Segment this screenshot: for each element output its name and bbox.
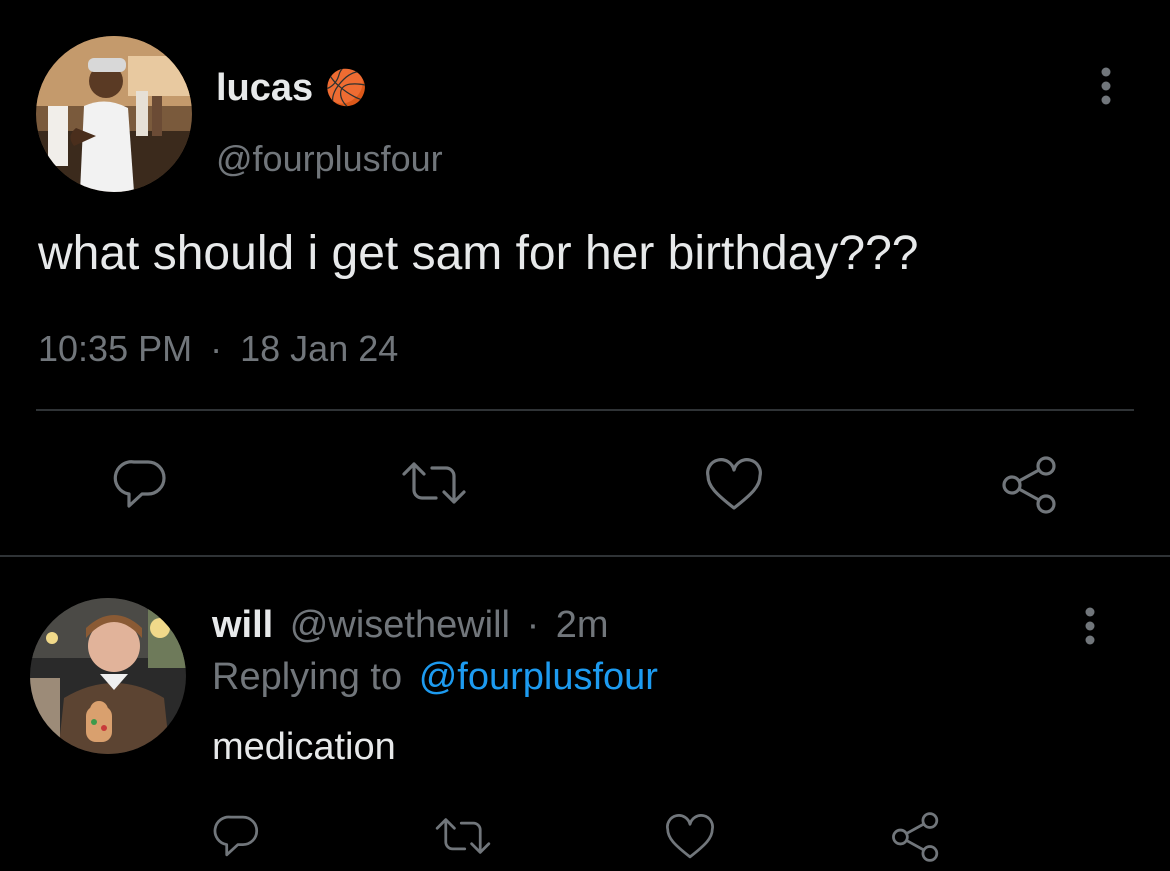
like-icon[interactable]: [664, 814, 716, 862]
share-icon[interactable]: [890, 810, 942, 864]
reply-text: medication: [212, 726, 396, 768]
basketball-emoji-icon: 🏀: [325, 69, 368, 107]
replying-to-handle[interactable]: @fourplusfour: [419, 656, 658, 698]
retweet-icon[interactable]: [432, 816, 494, 856]
more-options-icon[interactable]: [1094, 66, 1118, 106]
tweet-date[interactable]: 18 Jan 24: [240, 328, 398, 369]
share-icon[interactable]: [1000, 454, 1060, 516]
avatar-photo: [36, 36, 192, 192]
reply-author-avatar[interactable]: [30, 598, 186, 754]
avatar-photo: [30, 598, 186, 754]
divider: [36, 409, 1134, 411]
author-handle[interactable]: @fourplusfour: [216, 138, 443, 180]
reply-author-handle[interactable]: @wisethewill: [290, 604, 510, 646]
tweet-text: what should i get sam for her birthday??…: [38, 227, 919, 280]
separator: ·: [526, 604, 540, 646]
like-icon[interactable]: [704, 458, 764, 514]
divider: [0, 555, 1170, 557]
author-avatar[interactable]: [36, 36, 192, 192]
separator: ·: [210, 328, 223, 369]
retweet-icon[interactable]: [398, 460, 470, 506]
tweet-time[interactable]: 10:35 PM: [38, 328, 192, 369]
author-name[interactable]: lucas: [216, 67, 313, 110]
more-options-icon[interactable]: [1078, 606, 1102, 646]
reply-icon[interactable]: [112, 456, 170, 512]
reply-author-name[interactable]: will: [212, 604, 273, 646]
replying-to-label: Replying to: [212, 656, 403, 698]
reply-icon[interactable]: [212, 812, 262, 860]
reply-age[interactable]: 2m: [556, 604, 609, 646]
